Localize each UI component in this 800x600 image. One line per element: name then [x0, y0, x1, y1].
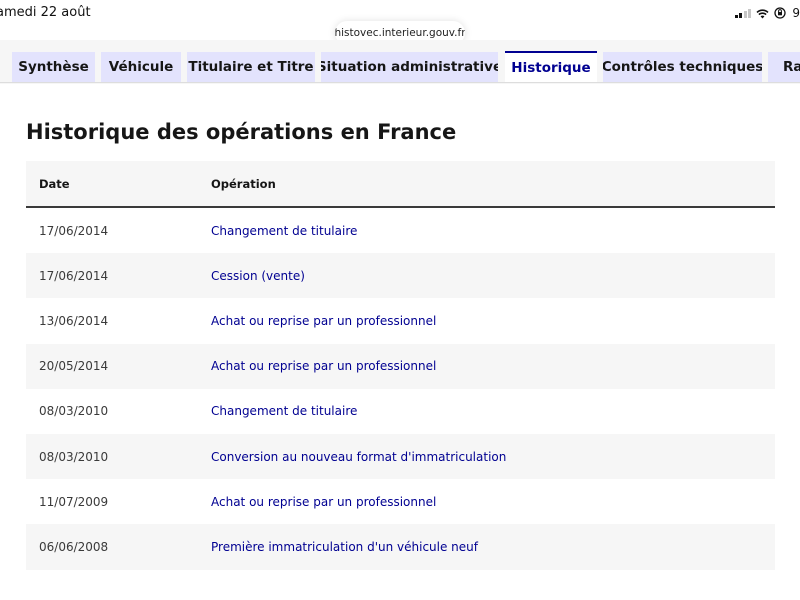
history-table: Date Opération 17/06/2014 Changement de …: [26, 161, 775, 570]
wifi-icon: [756, 8, 769, 18]
table-row: 17/06/2014 Changement de titulaire: [26, 208, 775, 254]
tab-titulaire-et-titre[interactable]: Titulaire et Titre: [187, 52, 315, 82]
row-date: 11/07/2009: [39, 494, 109, 509]
row-operation: Achat ou reprise par un professionnel: [211, 494, 437, 509]
row-date: 08/03/2010: [39, 449, 109, 464]
table-row: 17/06/2014 Cession (vente): [26, 253, 775, 299]
table-row: 06/06/2008 Première immatriculation d'un…: [26, 524, 775, 570]
row-date: 17/06/2014: [39, 268, 109, 283]
tab-situation-administrative[interactable]: Situation administrative: [321, 52, 498, 82]
table-row: 08/03/2010 Conversion au nouveau format …: [26, 433, 775, 480]
tab-rapport[interactable]: Rap: [768, 52, 800, 82]
row-operation: Cession (vente): [211, 268, 305, 283]
row-operation: Changement de titulaire: [211, 404, 358, 419]
table-row: 20/05/2014 Achat ou reprise par un profe…: [26, 343, 775, 389]
row-date: 08/03/2010: [39, 404, 109, 419]
row-date: 20/05/2014: [39, 359, 109, 374]
tab-bar: Synthèse Véhicule Titulaire et Titre Sit…: [0, 40, 800, 84]
row-operation: Achat ou reprise par un professionnel: [211, 313, 437, 328]
table-row: 13/06/2014 Achat ou reprise par un profe…: [26, 298, 775, 344]
tab-controles-techniques[interactable]: Contrôles techniques: [603, 52, 762, 82]
signal-icon: [734, 8, 752, 18]
row-operation: Première immatriculation d'un véhicule n…: [211, 539, 478, 554]
table-row: 11/07/2009 Achat ou reprise par un profe…: [26, 479, 775, 525]
table-row: 08/03/2010 Changement de titulaire: [26, 388, 775, 434]
row-operation: Changement de titulaire: [211, 223, 358, 238]
column-header-operation: Opération: [211, 176, 276, 191]
table-header: Date Opération: [26, 161, 775, 208]
row-date: 13/06/2014: [39, 313, 109, 328]
page-title: Historique des opérations en France: [26, 120, 457, 144]
row-date: 17/06/2014: [39, 223, 109, 238]
tab-vehicule[interactable]: Véhicule: [101, 52, 181, 82]
row-date: 06/06/2008: [39, 539, 109, 554]
row-operation: Conversion au nouveau format d'immatricu…: [211, 449, 507, 464]
tab-bar-divider: [0, 82, 800, 83]
row-operation: Achat ou reprise par un professionnel: [211, 359, 437, 374]
column-header-date: Date: [39, 176, 70, 191]
tab-historique[interactable]: Historique: [505, 51, 597, 83]
tab-synthese[interactable]: Synthèse: [12, 52, 95, 82]
